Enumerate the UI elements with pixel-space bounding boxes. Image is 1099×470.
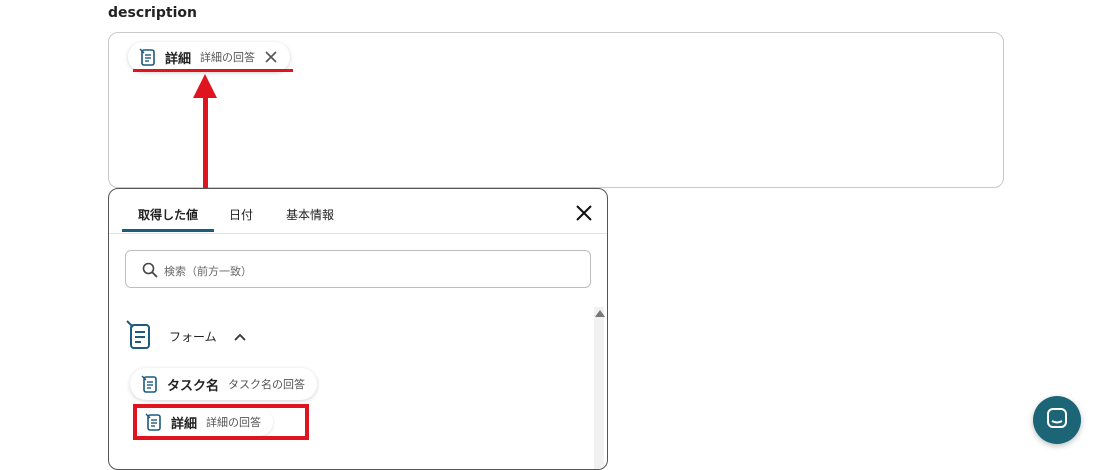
annotation-highlight-box — [133, 404, 309, 440]
tab-basic-info[interactable]: 基本情報 — [286, 206, 334, 223]
help-chat-button[interactable] — [1033, 396, 1081, 444]
list-item[interactable]: タスク名 タスク名の回答 — [130, 368, 318, 400]
tab-date[interactable]: 日付 — [229, 206, 253, 223]
chip-name: 詳細 — [165, 51, 192, 67]
chat-icon — [1045, 406, 1069, 434]
form-icon — [140, 374, 160, 394]
scrollbar[interactable] — [594, 307, 605, 469]
item-name: タスク名 — [167, 378, 220, 394]
search-icon — [142, 262, 158, 278]
close-icon[interactable] — [264, 50, 278, 64]
annotation-arrow-head — [193, 74, 217, 98]
group-form[interactable]: フォーム — [125, 319, 425, 351]
form-icon — [138, 47, 158, 67]
search-input[interactable]: 検索（前方一致） — [125, 250, 591, 288]
description-label: description — [108, 5, 197, 21]
active-tab-indicator — [122, 229, 214, 232]
scroll-up-icon[interactable] — [595, 310, 605, 317]
item-subtitle: タスク名の回答 — [228, 378, 306, 391]
description-chip[interactable]: 詳細 詳細の回答 — [128, 42, 291, 72]
close-icon[interactable] — [575, 204, 593, 222]
group-label: フォーム — [169, 330, 217, 344]
tab-acquired-values[interactable]: 取得した値 — [138, 206, 198, 223]
form-icon — [125, 319, 153, 351]
search-placeholder: 検索（前方一致） — [164, 265, 252, 278]
chip-subtitle: 詳細の回答 — [200, 51, 256, 64]
tab-bar: 取得した値 日付 基本情報 — [109, 189, 607, 234]
chevron-up-icon[interactable] — [233, 329, 247, 343]
annotation-underline — [133, 69, 293, 72]
